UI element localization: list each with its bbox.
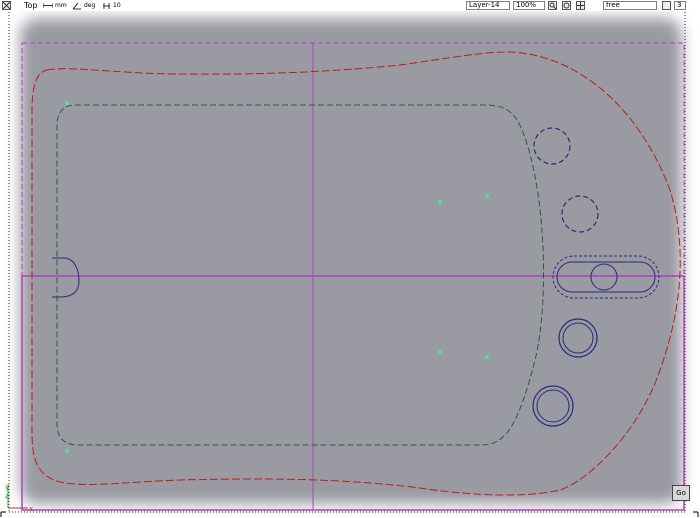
axis-y-label: y — [5, 483, 9, 491]
step-icon — [103, 2, 110, 9]
zoom-field[interactable]: 100% — [513, 1, 545, 10]
close-view-icon[interactable] — [2, 1, 11, 10]
marker[interactable] — [485, 355, 489, 359]
toolbar: Top mm deg 10 Layer-14 100% free 3 — [0, 0, 700, 11]
pan-icon[interactable] — [576, 1, 585, 10]
marker[interactable] — [65, 101, 69, 105]
layer-select[interactable]: Layer-14 — [466, 1, 510, 10]
mode-select[interactable]: free — [603, 1, 657, 10]
angle-icon — [72, 2, 81, 9]
marker[interactable] — [65, 449, 69, 453]
marker[interactable] — [438, 200, 442, 204]
axis-x-label: x — [29, 505, 33, 513]
angle-control[interactable]: deg — [72, 0, 95, 11]
drawing-canvas[interactable]: y z x — [0, 11, 700, 518]
page-icon[interactable] — [662, 1, 671, 10]
material-sheet — [20, 18, 682, 504]
marker[interactable] — [438, 350, 442, 354]
step-value: 10 — [113, 2, 121, 9]
unit-label: mm — [55, 2, 67, 9]
step-control[interactable]: 10 — [102, 0, 121, 11]
zoom-icon[interactable] — [548, 1, 557, 10]
zoom-fit-icon[interactable] — [562, 1, 571, 10]
view-label[interactable]: Top — [24, 0, 38, 11]
axis-z-label: z — [5, 492, 9, 500]
ruler-icon — [43, 3, 53, 8]
count-field[interactable]: 3 — [674, 1, 686, 10]
go-button[interactable]: Go — [672, 485, 690, 501]
angle-unit-label: deg — [84, 2, 96, 9]
units-control[interactable]: mm — [43, 0, 67, 11]
marker[interactable] — [485, 194, 489, 198]
